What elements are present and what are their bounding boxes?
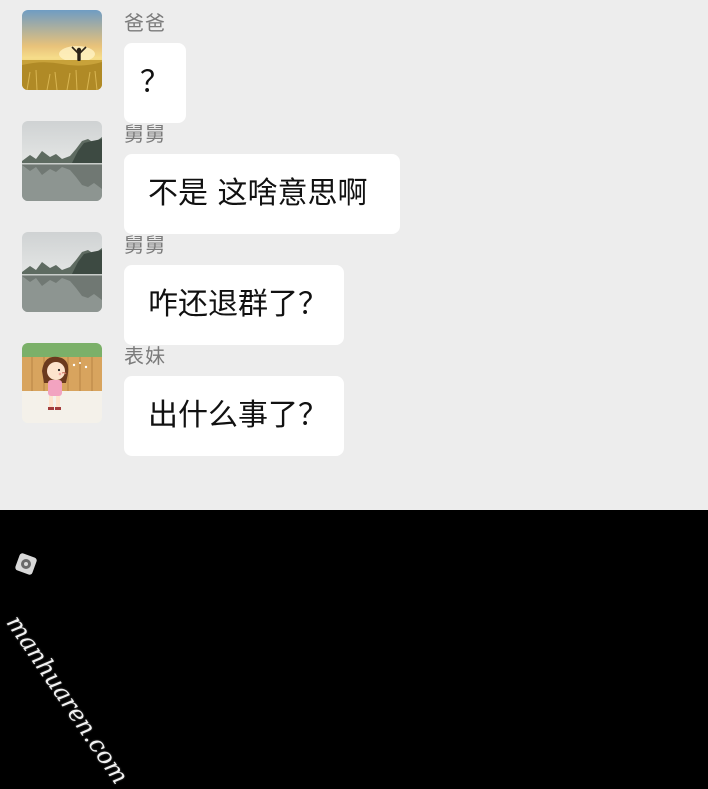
sender-name: 表妹 xyxy=(124,344,166,368)
avatar-sunrise-field[interactable] xyxy=(22,10,102,90)
sender-name: 舅舅 xyxy=(124,233,166,257)
site-watermark: manhuaren.com xyxy=(1,552,174,789)
message-bubble[interactable]: 出什么事了？ xyxy=(124,376,344,456)
sunrise-field-icon xyxy=(22,10,102,90)
avatar-lake-landscape[interactable] xyxy=(22,121,102,201)
avatar-cartoon-girl[interactable] xyxy=(22,343,102,423)
avatar-lake-landscape[interactable] xyxy=(22,232,102,312)
lake-landscape-icon xyxy=(22,232,102,312)
sender-name: 爸爸 xyxy=(124,11,166,35)
message-bubble[interactable]: ？ xyxy=(124,43,186,123)
cartoon-girl-icon xyxy=(22,343,102,423)
manhuaren-logo-icon xyxy=(15,553,37,575)
chat-area: 爸爸 ？ 舅舅 不是 这啥意思啊 舅舅 咋还退群了？ 表妹 出什么事了？ xyxy=(0,0,708,510)
message-bubble[interactable]: 不是 这啥意思啊 xyxy=(124,154,400,234)
sender-name: 舅舅 xyxy=(124,122,166,146)
lake-landscape-icon xyxy=(22,121,102,201)
message-bubble[interactable]: 咋还退群了？ xyxy=(124,265,344,345)
watermark-text: manhuaren.com xyxy=(0,610,135,789)
